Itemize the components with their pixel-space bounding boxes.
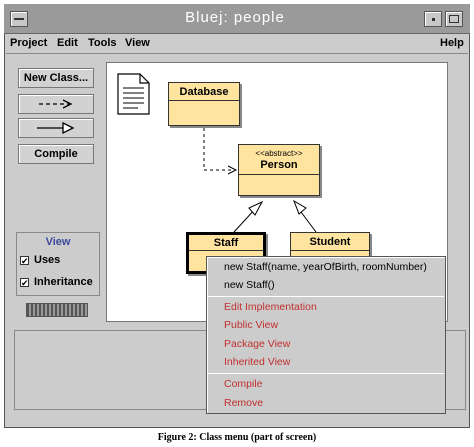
menu-item-new-staff-full[interactable]: new Staff(name, yearOfBirth, roomNumber) bbox=[224, 261, 427, 273]
class-student-divider bbox=[291, 250, 369, 251]
class-database[interactable]: Database bbox=[168, 82, 240, 126]
class-student-name: Student bbox=[309, 236, 351, 248]
class-staff-divider bbox=[189, 250, 263, 251]
class-person-stereotype: <<abstract>> bbox=[255, 149, 303, 158]
compile-button[interactable]: Compile bbox=[18, 144, 94, 164]
maximize-icon bbox=[449, 15, 459, 23]
activity-indicator bbox=[26, 303, 88, 317]
uses-checkbox-label: Uses bbox=[34, 254, 61, 266]
new-class-button[interactable]: New Class... bbox=[18, 68, 94, 88]
inheritance-checkbox-label: Inheritance bbox=[34, 276, 93, 288]
class-person-name: Person bbox=[260, 159, 298, 171]
uses-checkbox[interactable]: ✔ bbox=[20, 256, 29, 266]
view-panel-heading: View bbox=[45, 236, 71, 248]
menu-separator bbox=[208, 296, 444, 297]
maximize-button[interactable] bbox=[445, 11, 463, 27]
menu-divider bbox=[6, 53, 468, 54]
menu-edit[interactable]: Edit bbox=[57, 37, 78, 49]
minimize-icon bbox=[432, 18, 435, 21]
menu-item-edit-implementation[interactable]: Edit Implementation bbox=[224, 301, 317, 313]
window-menu-icon bbox=[14, 18, 24, 20]
window-menu-button[interactable] bbox=[10, 11, 28, 27]
figure-caption: Figure 2: Class menu (part of screen) bbox=[157, 432, 317, 443]
window-title: Bluej: people bbox=[185, 9, 285, 26]
minimize-button[interactable] bbox=[424, 11, 442, 27]
inheritance-arrow-button[interactable] bbox=[18, 118, 94, 138]
inheritance-checkbox[interactable]: ✔ bbox=[20, 278, 29, 288]
class-database-divider bbox=[169, 100, 239, 101]
menu-item-public-view[interactable]: Public View bbox=[224, 319, 278, 331]
menu-item-compile[interactable]: Compile bbox=[224, 378, 263, 390]
class-staff-name: Staff bbox=[213, 237, 239, 249]
menu-help[interactable]: Help bbox=[440, 37, 464, 49]
class-person-divider bbox=[239, 174, 319, 175]
menu-item-inherited-view[interactable]: Inherited View bbox=[224, 356, 290, 368]
class-database-name: Database bbox=[179, 86, 229, 98]
class-person[interactable]: <<abstract>> Person bbox=[238, 144, 320, 196]
menu-item-remove[interactable]: Remove bbox=[224, 397, 263, 409]
menu-item-new-staff[interactable]: new Staff() bbox=[224, 279, 275, 291]
uses-arrow-button[interactable] bbox=[18, 94, 94, 114]
menu-tools[interactable]: Tools bbox=[88, 37, 117, 49]
menu-project[interactable]: Project bbox=[10, 37, 47, 49]
menu-item-package-view[interactable]: Package View bbox=[224, 338, 290, 350]
menu-separator bbox=[208, 373, 444, 374]
menu-view[interactable]: View bbox=[125, 37, 150, 49]
inheritance-arrow-icon bbox=[37, 121, 75, 135]
dashed-arrow-icon bbox=[39, 99, 73, 109]
